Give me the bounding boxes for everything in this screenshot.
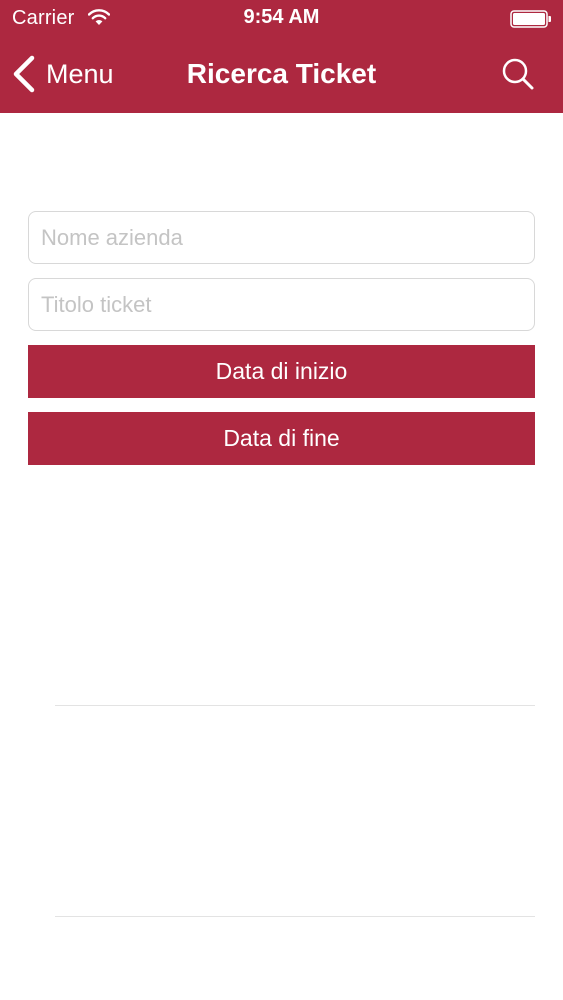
end-date-button[interactable]: Data di fine — [28, 412, 535, 465]
search-icon — [502, 58, 534, 90]
list-separator — [55, 705, 535, 706]
page-title: Ricerca Ticket — [186, 58, 377, 89]
app-header: Carrier 9:54 AM Menu Ricerca Ticket — [0, 0, 563, 113]
status-bar: Carrier 9:54 AM — [0, 0, 563, 38]
end-date-label: Data di fine — [223, 425, 340, 451]
navigation-bar: Menu Ricerca Ticket — [0, 38, 563, 113]
status-time: 9:54 AM — [243, 6, 320, 28]
company-name-field[interactable] — [28, 211, 535, 264]
start-date-label: Data di inizio — [215, 358, 348, 384]
start-date-button[interactable]: Data di inizio — [28, 345, 535, 398]
list-separator — [55, 916, 535, 917]
battery-icon — [510, 10, 551, 28]
search-button[interactable] — [498, 55, 538, 95]
ticket-title-field[interactable] — [28, 278, 535, 331]
